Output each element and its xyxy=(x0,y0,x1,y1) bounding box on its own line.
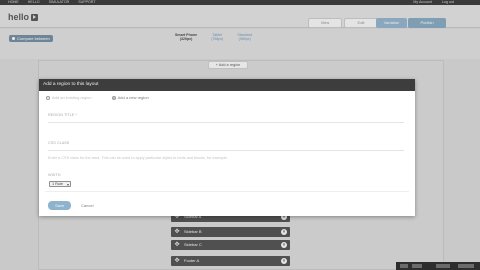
tab-edit[interactable]: Edit xyxy=(344,18,378,28)
device-size: (320px) xyxy=(179,37,193,42)
header-buttons: Variation Publish xyxy=(376,18,446,28)
publish-button[interactable]: Publish xyxy=(408,18,446,28)
device-size: (960px) xyxy=(238,37,251,42)
region-title-input[interactable] xyxy=(48,117,404,123)
compare-button[interactable]: Compare between xyxy=(9,35,53,42)
width-select[interactable]: 1 Rule xyxy=(49,181,71,187)
compare-icon xyxy=(12,37,15,40)
layout-toolbar: Compare between Smart Phone (320px) Tabl… xyxy=(0,29,480,59)
region-bar[interactable]: ✥ Sidebar B × xyxy=(171,227,290,237)
tab-view[interactable]: View xyxy=(308,18,342,28)
radio-circle[interactable] xyxy=(111,95,116,100)
add-region-button[interactable]: + Add a region xyxy=(208,61,248,69)
device-size: (768px) xyxy=(211,37,224,42)
modal-divider xyxy=(45,191,409,192)
device-tablet[interactable]: Tablet (768px) xyxy=(211,33,223,41)
radio-label: Add a new region xyxy=(117,95,149,100)
device-standard[interactable]: Standard (960px) xyxy=(237,33,252,41)
play-icon xyxy=(31,13,39,21)
region-label: Sidebar B xyxy=(184,229,202,234)
radio-circle[interactable] xyxy=(46,95,50,100)
cancel-link[interactable]: Cancel xyxy=(81,202,93,209)
move-icon[interactable]: ✥ xyxy=(174,258,180,264)
radio-existing-region[interactable]: Add an existing region xyxy=(46,95,92,100)
css-class-hint: Enter a CSS class for the area. This can… xyxy=(48,156,228,160)
close-icon[interactable]: × xyxy=(281,242,287,248)
variation-button[interactable]: Variation xyxy=(376,18,407,28)
volume-icon[interactable] xyxy=(412,264,422,268)
radio-label: Add an existing region xyxy=(52,95,92,100)
region-bar[interactable]: ✥ Footer A × xyxy=(171,256,290,266)
logo[interactable]: hello xyxy=(8,12,39,22)
play-control-icon[interactable] xyxy=(400,264,408,268)
device-switcher: Smart Phone (320px) Tablet (768px) Stand… xyxy=(175,33,252,41)
logo-text: hello xyxy=(8,12,30,22)
region-label: Footer A xyxy=(184,258,200,263)
save-button[interactable]: Save xyxy=(48,201,71,210)
compare-label: Compare between xyxy=(17,36,50,41)
region-label: Sidebar C xyxy=(184,242,202,247)
device-smartphone[interactable]: Smart Phone (320px) xyxy=(175,33,197,41)
radio-new-region[interactable]: Add a new region xyxy=(111,95,149,100)
view-tabs: View Edit xyxy=(308,18,378,28)
move-icon[interactable]: ✥ xyxy=(174,242,180,248)
width-select-value: 1 Rule xyxy=(52,182,63,186)
modal-title: Add a region to this layout xyxy=(39,79,415,91)
close-icon[interactable]: × xyxy=(281,229,287,235)
add-region-modal: Add a region to this layout Add an exist… xyxy=(39,79,415,216)
move-icon[interactable]: ✥ xyxy=(174,229,180,235)
fullscreen-icon[interactable] xyxy=(458,264,474,268)
region-type-options: Add an existing region Add a new region xyxy=(46,95,149,100)
page-header: hello View Edit Variation Publish xyxy=(0,5,480,28)
chevron-down-icon xyxy=(67,183,69,186)
region-bar[interactable]: ✥ Sidebar C × xyxy=(171,240,290,250)
width-label: WIDTH xyxy=(48,173,61,177)
settings-icon[interactable] xyxy=(436,264,450,268)
css-class-input[interactable] xyxy=(48,145,404,151)
close-icon[interactable]: × xyxy=(281,258,287,264)
video-controls xyxy=(396,262,480,270)
